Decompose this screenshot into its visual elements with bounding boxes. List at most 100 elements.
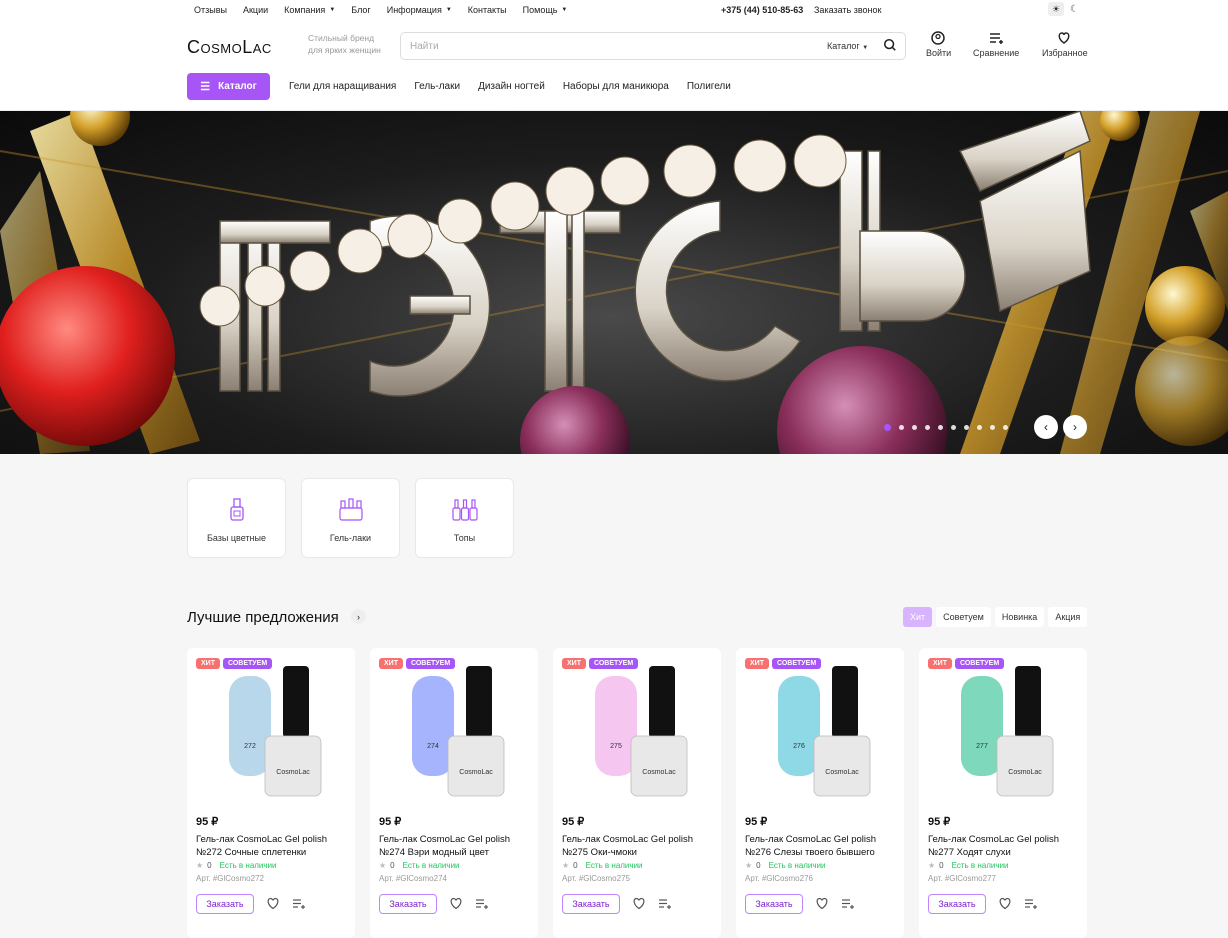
theme-switch: ☀ ☾ [1048,2,1079,16]
menu-item[interactable]: Гель-лаки [414,81,460,92]
product-name[interactable]: Гель-лак CosmoLac Gel polish №272 Сочные… [196,833,346,859]
phone-link[interactable]: +375 (44) 510-85-63 [721,5,803,15]
top-nav-reviews[interactable]: Отзывы [194,5,227,15]
tab-hit[interactable]: Хит [903,607,933,627]
slider-dot[interactable] [925,425,930,430]
heart-icon[interactable] [632,897,646,910]
tagline: Стильный бренд для ярких женщин [308,33,381,55]
product-card[interactable]: ХИТ СОВЕТУЕМ 276 CosmoLac 95 ₽ Гель-лак … [736,648,904,938]
slider-prev-button[interactable]: ‹ [1034,415,1058,439]
slider-dot[interactable] [938,425,943,430]
slider-next-button[interactable]: › [1063,415,1087,439]
product-price: 95 ₽ [562,816,585,828]
slider-dot[interactable] [899,425,904,430]
menu-item[interactable]: Полигели [687,81,731,92]
logo[interactable]: CosmoLac [187,37,272,58]
login-button[interactable]: Войти [926,31,951,58]
top-nav-contacts[interactable]: Контакты [468,5,507,15]
slider-dot[interactable] [912,425,917,430]
order-button[interactable]: Заказать [196,894,254,914]
top-nav-company[interactable]: Компания ▼ [284,5,335,15]
search-input[interactable]: Найти [410,41,439,52]
tab-recommended[interactable]: Советуем [936,607,991,627]
top-nav: Отзывы Акции Компания ▼ Блог Информация ▼ … [194,5,567,15]
main-menu: Гели для наращивания Гель-лаки Дизайн но… [289,81,731,92]
stock-status: Есть в наличии [219,861,277,870]
compare-button[interactable]: Сравнение [973,31,1019,58]
product-image[interactable]: 272 CosmoLac [225,664,325,804]
favorites-label: Избранное [1042,48,1088,58]
slider-dot[interactable] [990,425,995,430]
section-more-button[interactable]: › [351,609,366,624]
rating-value: 0 [390,861,395,870]
tab-sale[interactable]: Акция [1048,607,1088,627]
compare-icon[interactable] [292,897,306,910]
compare-icon[interactable] [658,897,672,910]
product-image[interactable]: 274 CosmoLac [408,664,508,804]
catalog-button[interactable]: ☰ Каталог [187,73,270,100]
heart-icon[interactable] [449,897,463,910]
slider-pagination [884,424,1008,431]
category-tile-bases[interactable]: Базы цветные [187,478,286,558]
header: CosmoLac Стильный бренд для ярких женщин… [0,20,1228,111]
sun-icon[interactable]: ☀ [1048,2,1064,16]
product-card[interactable]: ХИТ СОВЕТУЕМ 275 CosmoLac 95 ₽ Гель-лак … [553,648,721,938]
svg-text:CosmoLac: CosmoLac [642,769,676,776]
compare-icon[interactable] [475,897,489,910]
caret-down-icon: ▼ [561,7,568,13]
menu-item[interactable]: Наборы для маникюра [563,81,669,92]
svg-text:CosmoLac: CosmoLac [1008,769,1042,776]
catalog-button-label: Каталог [218,81,257,92]
search-scope-select[interactable]: Каталог ▼ [827,41,868,51]
slider-dot[interactable] [1003,425,1008,430]
top-nav-help[interactable]: Помощь ▼ [523,5,568,15]
hero-artwork [0,111,1228,454]
product-name[interactable]: Гель-лак CosmoLac Gel polish №274 Вэри м… [379,833,529,859]
top-nav-label: Контакты [467,5,507,15]
order-button[interactable]: Заказать [562,894,620,914]
moon-icon[interactable]: ☾ [1070,4,1079,15]
product-image[interactable]: 277 CosmoLac [957,664,1057,804]
svg-text:275: 275 [610,743,622,750]
product-card[interactable]: ХИТ СОВЕТУЕМ 272 CosmoLac 95 ₽ Гель-лак … [187,648,355,938]
slider-dot[interactable] [951,425,956,430]
star-icon: ★ [196,861,204,870]
search-icon[interactable] [883,38,897,52]
heart-icon[interactable] [815,897,829,910]
menu-item[interactable]: Гели для наращивания [289,81,396,92]
order-button[interactable]: Заказать [379,894,437,914]
svg-text:CosmoLac: CosmoLac [459,769,493,776]
category-tile-gel-polish[interactable]: Гель-лаки [301,478,400,558]
slider-dot[interactable] [964,425,969,430]
compare-icon[interactable] [841,897,855,910]
product-image[interactable]: 276 CosmoLac [774,664,874,804]
top-nav-promotions[interactable]: Акции [243,5,268,15]
tab-new[interactable]: Новинка [994,607,1045,627]
product-list: ХИТ СОВЕТУЕМ 272 CosmoLac 95 ₽ Гель-лак … [187,648,1087,938]
product-card[interactable]: ХИТ СОВЕТУЕМ 274 CosmoLac 95 ₽ Гель-лак … [370,648,538,938]
slider-dot[interactable] [884,424,891,431]
heart-icon[interactable] [266,897,280,910]
top-nav-info[interactable]: Информация ▼ [387,5,452,15]
search-bar[interactable]: Найти Каталог ▼ [400,32,906,60]
compare-icon[interactable] [1024,897,1038,910]
category-tile-tops[interactable]: Топы [415,478,514,558]
menu-item[interactable]: Дизайн ногтей [478,81,545,92]
star-icon: ★ [379,861,387,870]
slider-dot[interactable] [977,425,982,430]
top-nav-blog[interactable]: Блог [351,5,370,15]
heart-icon[interactable] [998,897,1012,910]
product-name[interactable]: Гель-лак CosmoLac Gel polish №277 Ходят … [928,833,1078,859]
order-button[interactable]: Заказать [928,894,986,914]
product-name[interactable]: Гель-лак CosmoLac Gel polish №276 Слезы … [745,833,895,859]
order-button[interactable]: Заказать [745,894,803,914]
product-card[interactable]: ХИТ СОВЕТУЕМ 277 CosmoLac 95 ₽ Гель-лак … [919,648,1087,938]
category-label: Базы цветные [206,533,266,543]
product-sku: Арт. #GlCosmo275 [562,874,630,883]
product-name[interactable]: Гель-лак CosmoLac Gel polish №275 Оки-чм… [562,833,712,859]
callback-link[interactable]: Заказать звонок [814,5,881,15]
hero-banner[interactable]: ‹ › [0,111,1228,454]
product-image[interactable]: 275 CosmoLac [591,664,691,804]
product-sku: Арт. #GlCosmo272 [196,874,264,883]
favorites-button[interactable]: Избранное [1042,31,1088,58]
